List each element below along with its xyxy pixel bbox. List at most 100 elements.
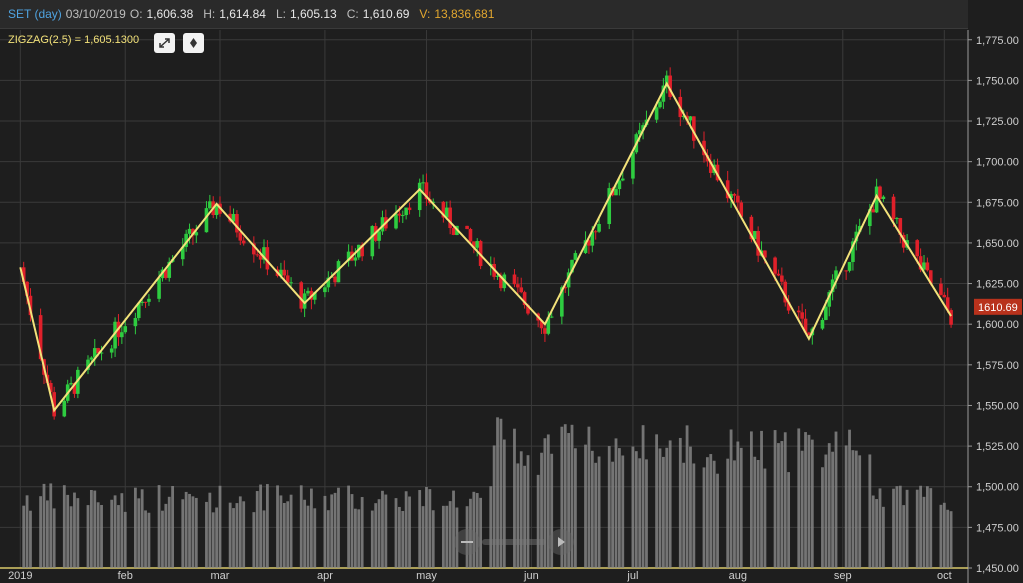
volume-bar [164,503,168,568]
volume-bar [147,512,151,568]
candle-body [736,195,740,203]
volume-bar [807,434,811,568]
volume-bar [709,454,713,568]
volume-bar [262,510,266,568]
volume-bar [184,491,188,568]
volume-bar [597,456,601,568]
volume-label: V: [419,7,431,21]
volume-bar [661,456,665,568]
volume-bar [69,506,73,568]
candle-body [512,274,517,285]
candle-body [820,319,825,329]
volume-bar [397,506,401,568]
volume-bar [611,461,615,568]
volume-bar [594,462,598,568]
diamond-button[interactable] [183,33,204,53]
volume-bar [353,508,357,568]
volume-bar [760,430,763,568]
volume-bar [123,511,127,568]
candle-body [925,262,930,271]
volume-bar [668,440,672,568]
volume-bar [52,508,56,568]
candle-body [120,332,124,338]
candle-body [282,269,287,276]
volume-bar [171,486,175,568]
volume-bar [641,425,645,568]
candle-body [475,241,480,248]
scroll-navigator[interactable] [452,527,576,557]
volume-bar [736,441,740,568]
volume-bar [925,486,929,568]
volume-bar [777,443,780,568]
candle-body [543,328,547,334]
volume-bar [705,457,709,568]
volume-bar [211,512,215,568]
candle-body [871,209,876,213]
volume-bar [584,444,587,568]
chart-root: 1,775.00 1,750.00 1,725.00 1,700.00 1,675.00… [0,0,1023,583]
candle-body [847,262,852,271]
candle-body [157,278,161,299]
candle-body [140,301,144,303]
candle-body [878,186,882,200]
volume-bar [215,507,219,568]
volume-bar [905,489,909,568]
volume-bar [763,468,767,568]
volume-bar [821,467,824,568]
x-tick-label: jul [626,570,638,582]
volume-bar [66,494,70,568]
candle-body [593,231,598,233]
candle-body [939,283,943,295]
candle-body [844,270,848,272]
volume-bar [120,493,124,568]
volume-value: 13,836,681 [434,7,495,21]
candle-body [573,253,578,260]
volume-bar [93,490,97,568]
x-tick-label: feb [118,570,133,582]
volume-bar [810,439,814,568]
volume-bar [827,443,831,568]
volume-bar [259,484,263,568]
volume-bar [441,505,445,568]
candle-body [688,116,693,121]
candle-body [147,298,151,302]
x-tick-label: aug [729,570,747,582]
y-tick-label: 1,750.00 [976,75,1019,87]
volume-bar [39,496,43,568]
candle-body [238,232,243,241]
candle-body [773,257,777,274]
candle-body [208,201,212,209]
volume-bar [22,505,26,568]
volume-bar [749,431,753,568]
candle-body [658,101,662,108]
candle-body [516,284,520,288]
scroll-track[interactable] [482,539,546,545]
volume-bar [418,490,422,568]
volume-bar [658,448,662,568]
volume-bar [117,505,120,568]
candle-body [421,182,425,184]
volume-bar [929,488,933,568]
volume-bar [194,497,198,568]
candle-body [187,228,192,234]
x-tick-label: sep [834,570,852,582]
volume-bar [235,503,239,568]
volume-bar [428,489,432,568]
last-price-value: 1610.69 [978,302,1018,314]
y-tick-label: 1,550.00 [976,400,1019,412]
zigzag-indicator-label[interactable]: ZIGZAG(2.5) = 1,605.1300 [8,34,139,46]
volume-bar [276,485,279,568]
expand-button[interactable] [154,33,175,53]
candle-body [133,318,138,327]
volume-bar [45,500,49,568]
candle-body [109,348,114,353]
symbol-label[interactable]: SET (day) [8,7,62,21]
low-label: L: [275,7,286,21]
volume-bar [86,505,90,568]
low-value: 1,605.13 [289,7,337,21]
candle-body [895,218,899,220]
volume-bar [408,496,411,568]
candle-body [89,357,94,360]
volume-bar [228,502,232,568]
candle-body [400,215,405,217]
